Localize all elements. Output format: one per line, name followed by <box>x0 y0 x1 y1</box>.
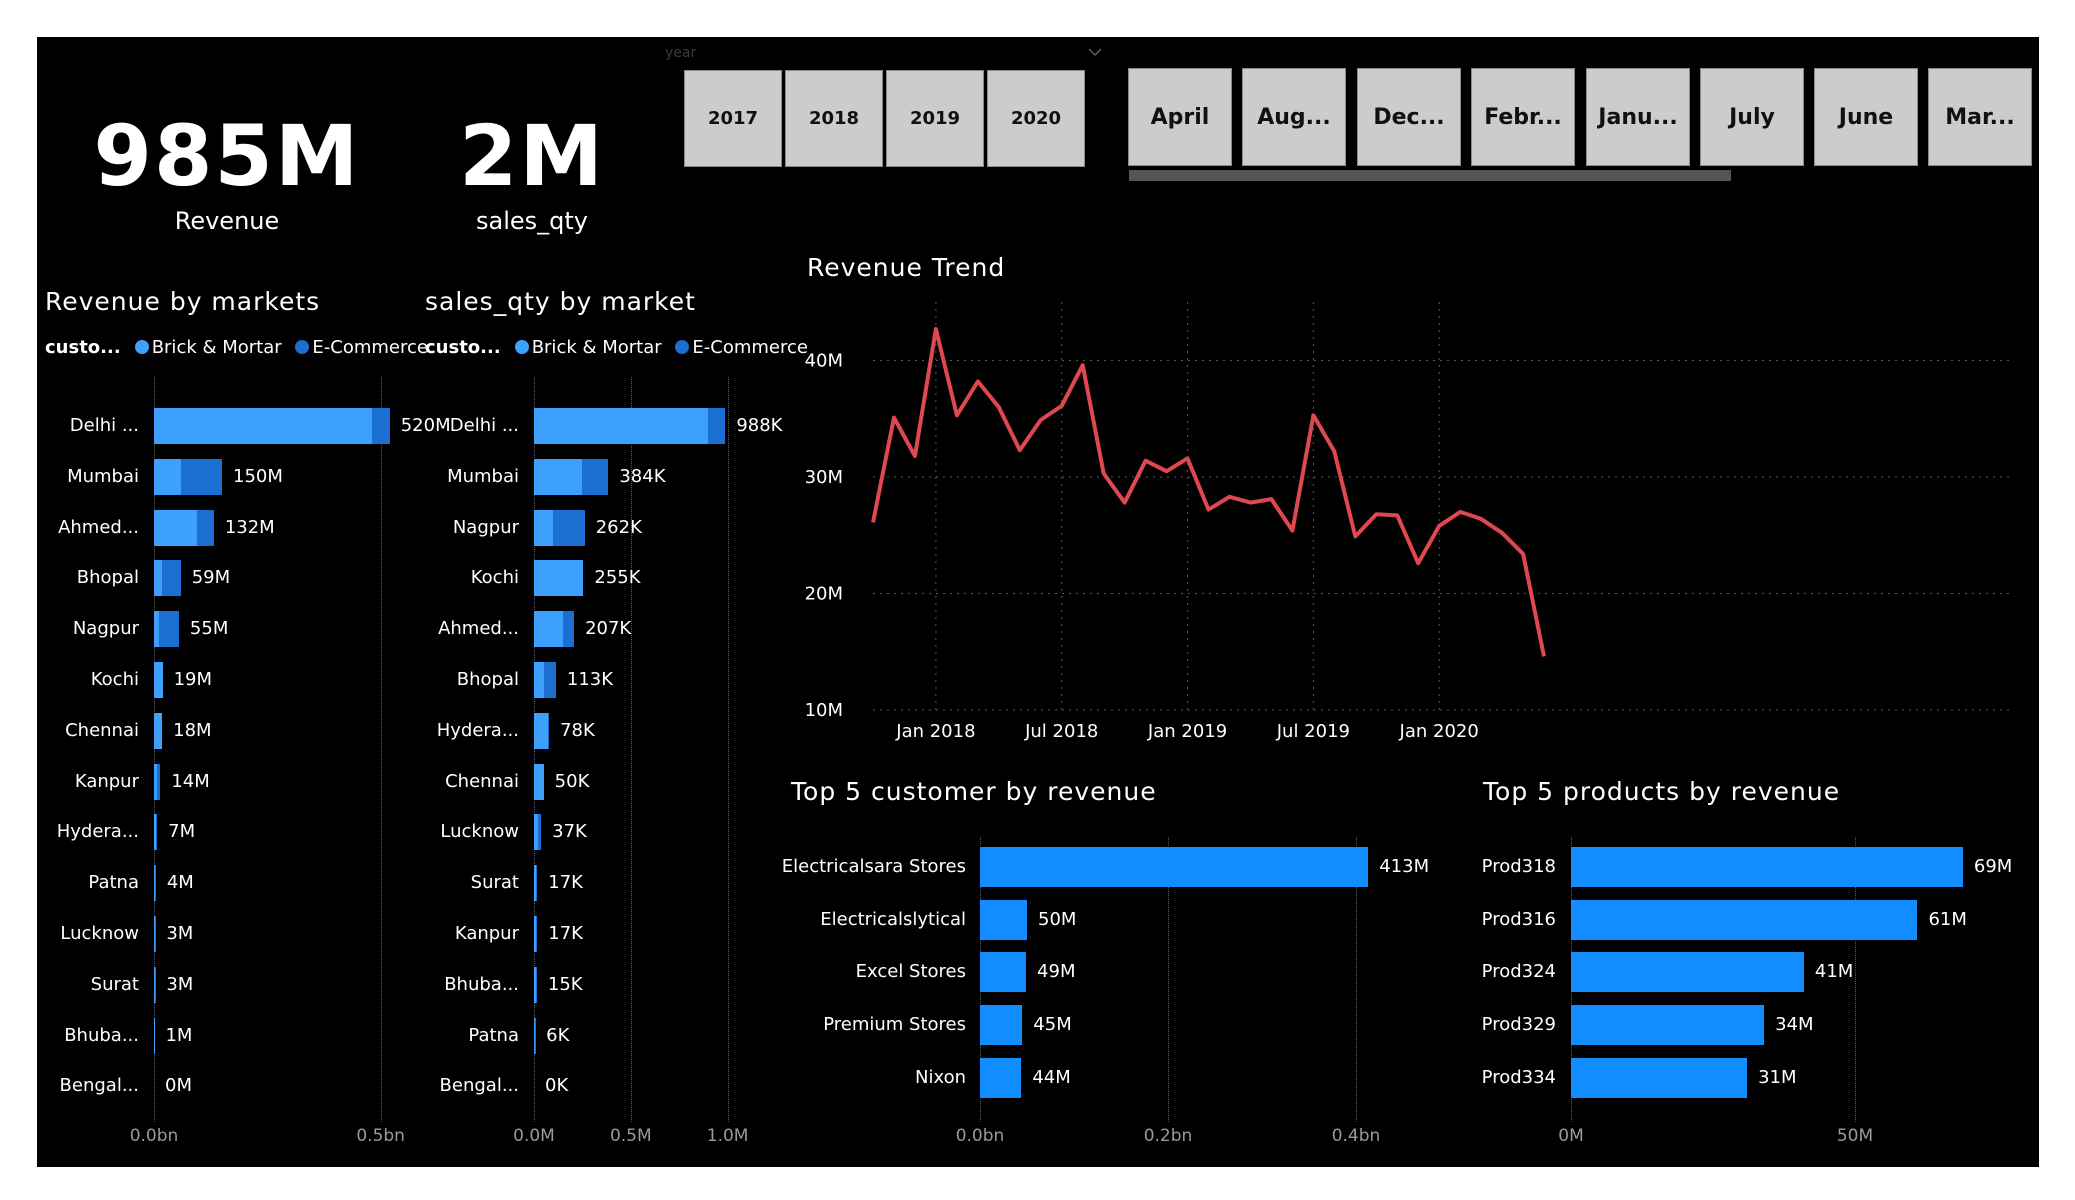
bar-segment <box>1571 1057 1748 1098</box>
bar-segment <box>1571 1005 1765 1046</box>
x-tick-label: 0.2bn <box>1143 1126 1193 1146</box>
category-label: Electricalsara Stores <box>781 856 966 877</box>
data-label: 45M <box>1033 1014 1072 1036</box>
revenue-trend-line <box>871 327 1546 657</box>
x-tick-label: Jan 2018 <box>895 721 975 742</box>
report-canvas: 985M Revenue 2M sales_qty year 2017 2018… <box>37 37 2039 1167</box>
top-products-title: Top 5 products by revenue <box>1483 777 1841 806</box>
category-label: Prod329 <box>1481 1014 1556 1036</box>
y-tick-label: 40M <box>805 351 843 372</box>
x-tick-label: 50M <box>1836 1126 1874 1146</box>
category-label: Prod318 <box>1481 856 1556 877</box>
category-label: Prod334 <box>1481 1066 1556 1088</box>
category-label: Excel Stores <box>855 961 966 983</box>
data-label: 34M <box>1775 1014 1814 1036</box>
bar-segment <box>980 1005 1023 1046</box>
x-tick-label: 0.0bn <box>955 1126 1005 1146</box>
x-tick-label: Jul 2018 <box>1024 721 1098 742</box>
category-label: Premium Stores <box>823 1014 966 1036</box>
category-label: Prod316 <box>1481 908 1556 930</box>
x-tick-label: 0.4bn <box>1331 1126 1381 1146</box>
y-tick-label: 30M <box>805 467 843 488</box>
y-tick-label: 20M <box>805 584 843 605</box>
y-tick-label: 10M <box>805 700 843 721</box>
category-label: Nixon <box>915 1066 966 1088</box>
bar-segment <box>980 952 1027 993</box>
data-label: 69M <box>1973 856 2013 877</box>
data-label: 413M <box>1379 856 1430 877</box>
data-label: 31M <box>1758 1066 1797 1088</box>
bar-segment <box>980 1057 1022 1098</box>
x-tick-label: Jul 2019 <box>1276 721 1350 742</box>
category-label: Prod324 <box>1481 961 1556 983</box>
bar-segment <box>1571 847 1963 887</box>
x-tick-label: Jan 2019 <box>1147 721 1227 742</box>
bar-segment <box>980 847 1369 887</box>
x-tick-label: Jan 2020 <box>1399 721 1479 742</box>
revenue-trend-chart: 10M 20M 30M 40M Jan 2018 Jul 2018 Jan 2019 Jul … <box>805 302 2012 742</box>
bar-segment <box>1571 952 1804 993</box>
x-tick-label: 0M <box>1558 1126 1584 1146</box>
top-customers-title: Top 5 customer by revenue <box>791 777 1157 806</box>
data-label: 50M <box>1038 908 1077 930</box>
data-label: 44M <box>1032 1066 1071 1088</box>
bar-segment <box>980 899 1027 940</box>
category-label: Electricalslytical <box>820 908 966 930</box>
bar-segment <box>1571 899 1918 940</box>
data-label: 61M <box>1928 908 1967 930</box>
data-label: 41M <box>1814 961 1854 983</box>
data-label: 49M <box>1037 961 1076 983</box>
